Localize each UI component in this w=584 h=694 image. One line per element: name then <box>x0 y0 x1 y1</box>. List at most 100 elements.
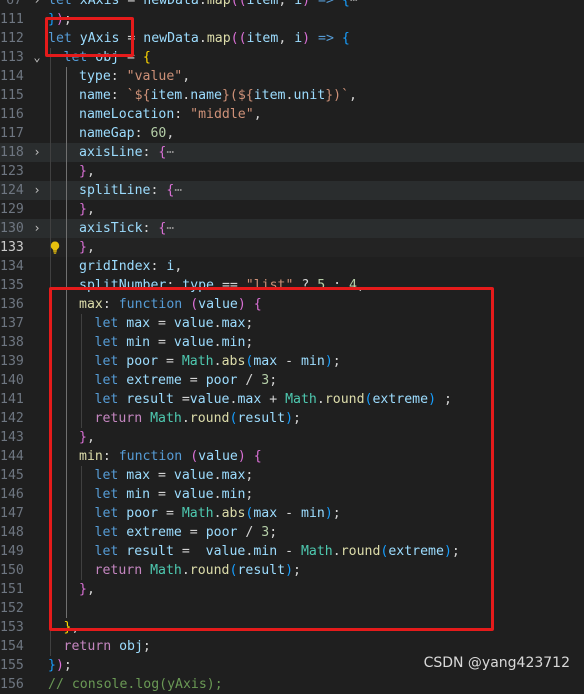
code-token: axisTick <box>79 221 143 236</box>
code-line[interactable]: 117 nameGap: 60, <box>0 124 584 143</box>
code-token: ⋯ <box>166 145 175 160</box>
code-token: "value" <box>126 69 183 84</box>
code-line[interactable]: 134 gridIndex: i, <box>0 257 584 276</box>
indent-guide <box>50 637 51 656</box>
code-text[interactable]: name: `${item.name}(${item.unit})`, <box>79 86 357 105</box>
code-token: : <box>150 183 167 198</box>
code-text[interactable]: axisLine: {⋯ <box>79 143 174 162</box>
code-line[interactable]: 118 › axisLine: {⋯ <box>0 143 584 162</box>
code-token: => <box>310 0 342 8</box>
code-token: { <box>341 31 350 46</box>
lightbulb-icon[interactable] <box>50 241 60 254</box>
line-number: 118 <box>0 145 24 160</box>
code-text[interactable]: type: "value", <box>79 67 190 86</box>
code-token: , <box>86 164 95 179</box>
code-token: gridIndex <box>79 259 151 274</box>
code-token: { <box>142 50 151 65</box>
line-number: 137 <box>0 316 24 331</box>
code-line[interactable]: 124 › splitLine: {⋯ <box>0 181 584 200</box>
code-token: axisLine <box>79 145 143 160</box>
line-number: 141 <box>0 392 24 407</box>
line-number: 135 <box>0 278 24 293</box>
code-token: (( <box>230 31 247 46</box>
code-line[interactable]: 116 nameLocation: "middle", <box>0 105 584 124</box>
line-number: 150 <box>0 563 24 578</box>
line-number: 114 <box>0 69 24 84</box>
fold-chevron-down-icon[interactable]: ⌄ <box>30 48 44 67</box>
code-token: item <box>150 88 183 103</box>
code-token: item <box>253 88 286 103</box>
line-number: 134 <box>0 259 24 274</box>
annotation-box-yaxis <box>45 17 134 57</box>
code-token: = <box>127 0 144 8</box>
line-number: 124 <box>0 183 24 198</box>
line-number: 117 <box>0 126 24 141</box>
code-line[interactable]: 123}, <box>0 162 584 181</box>
code-token: : <box>150 259 167 274</box>
code-token: ) <box>302 31 311 46</box>
code-token: : <box>134 126 151 141</box>
code-text[interactable]: nameLocation: "middle", <box>79 105 262 124</box>
code-token: . <box>198 0 207 8</box>
code-token: let <box>48 0 80 8</box>
code-text[interactable]: nameGap: 60, <box>79 124 174 143</box>
code-text[interactable]: }, <box>79 200 95 219</box>
indent-guide <box>65 67 67 86</box>
line-number: 143 <box>0 430 24 445</box>
indent-guide <box>50 162 51 181</box>
line-number: 112 <box>0 31 24 46</box>
code-line[interactable]: 133}, <box>0 238 584 257</box>
code-token: : <box>142 145 159 160</box>
code-token: ⋯ <box>166 221 175 236</box>
code-token: newData <box>143 31 199 46</box>
code-token: , <box>182 69 191 84</box>
code-line[interactable]: 130 › axisTick: {⋯ <box>0 219 584 238</box>
code-token: nameLocation <box>79 107 175 122</box>
code-token: : <box>142 221 159 236</box>
code-text[interactable]: }); <box>48 656 72 675</box>
fold-chevron-right-icon[interactable]: › <box>30 219 44 238</box>
code-token: { <box>341 0 350 8</box>
line-number: 146 <box>0 487 24 502</box>
code-token: })` <box>325 88 350 103</box>
code-text[interactable]: return obj; <box>64 637 151 656</box>
line-number: 145 <box>0 468 24 483</box>
code-text[interactable]: axisTick: {⋯ <box>79 219 174 238</box>
code-line[interactable]: 115 name: `${item.name}(${item.unit})`, <box>0 86 584 105</box>
code-token: } <box>79 240 87 255</box>
code-token: xAxis <box>79 0 128 8</box>
code-token: (( <box>230 0 247 8</box>
code-token: obj <box>119 639 143 654</box>
line-number: 139 <box>0 354 24 369</box>
code-line[interactable]: 67 › let xAxis = newData.map((item, i) => … <box>0 0 584 10</box>
indent-guide <box>65 238 67 257</box>
line-number: 136 <box>0 297 24 312</box>
code-text[interactable]: gridIndex: i, <box>79 257 182 276</box>
code-token: "middle" <box>190 107 254 122</box>
line-number: 130 <box>0 221 24 236</box>
fold-chevron-right-icon[interactable]: › <box>30 0 44 10</box>
code-line[interactable]: 129}, <box>0 200 584 219</box>
code-text[interactable]: let xAxis = newData.map((item, i) => {⋯ <box>48 0 358 10</box>
line-number: 115 <box>0 88 24 103</box>
code-line[interactable]: 114 type: "value", <box>0 67 584 86</box>
line-number: 140 <box>0 373 24 388</box>
code-token: . <box>198 31 207 46</box>
code-text[interactable]: splitLine: {⋯ <box>79 181 182 200</box>
line-number: 144 <box>0 449 24 464</box>
fold-chevron-right-icon[interactable]: › <box>30 143 44 162</box>
code-token: name <box>190 88 222 103</box>
indent-guide <box>50 143 51 162</box>
line-number: 142 <box>0 411 24 426</box>
code-line[interactable]: 154 return obj; <box>0 637 584 656</box>
code-text[interactable]: }, <box>79 238 95 257</box>
code-token: nameGap <box>79 126 135 141</box>
code-token: , <box>253 107 262 122</box>
indent-guide <box>65 200 67 219</box>
fold-chevron-right-icon[interactable]: › <box>30 181 44 200</box>
indent-guide <box>65 162 67 181</box>
code-token: } <box>48 658 56 673</box>
code-text[interactable]: }, <box>79 162 95 181</box>
line-number: 138 <box>0 335 24 350</box>
code-token: i <box>294 0 303 8</box>
